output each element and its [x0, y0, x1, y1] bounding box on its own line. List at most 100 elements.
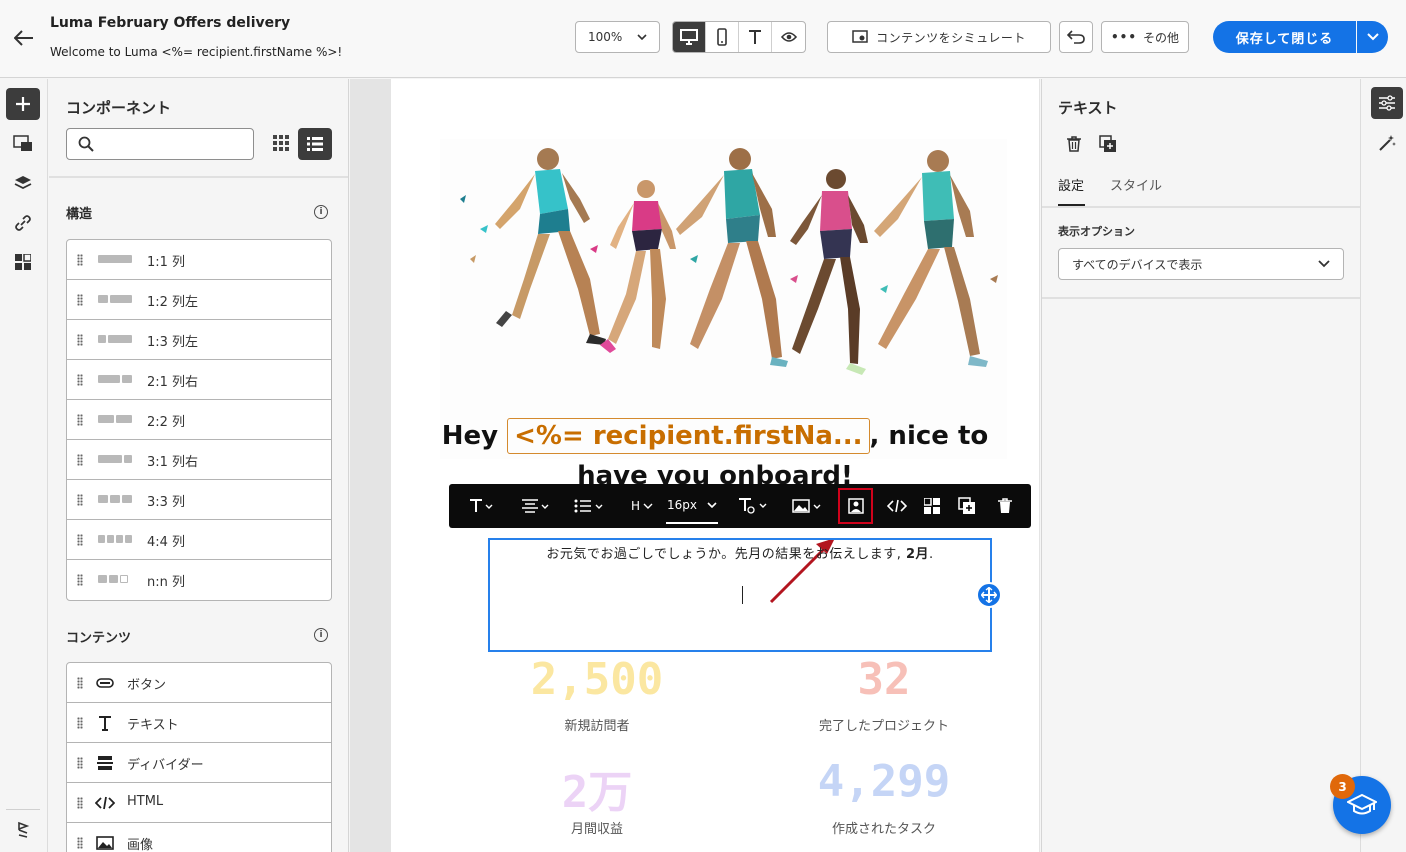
- structure-item[interactable]: 3:3 列: [67, 480, 331, 520]
- drag-handle-icon[interactable]: [77, 837, 83, 849]
- duplicate-component-button[interactable]: [1098, 134, 1118, 154]
- body-text-bold: 2月: [905, 547, 930, 562]
- structure-label: 1:2 列左: [147, 295, 199, 310]
- back-arrow-icon[interactable]: [12, 26, 36, 50]
- drag-handle-icon[interactable]: [77, 534, 83, 546]
- undo-button[interactable]: [1059, 21, 1093, 53]
- text-cursor: [742, 586, 743, 604]
- heading-dropdown[interactable]: H: [627, 484, 657, 528]
- structure-item[interactable]: 1:3 列左: [67, 320, 331, 360]
- drag-handle-icon[interactable]: [77, 254, 83, 266]
- simulate-content-button[interactable]: コンテンツをシミュレート: [827, 21, 1051, 53]
- more-button[interactable]: ••• その他: [1101, 21, 1189, 53]
- drag-handle-icon[interactable]: [77, 797, 83, 809]
- personalization-button[interactable]: [838, 488, 873, 524]
- drag-handle-icon[interactable]: [77, 574, 83, 586]
- structure-item[interactable]: 1:2 列左: [67, 280, 331, 320]
- image-dropdown[interactable]: [789, 484, 825, 528]
- content-item-html[interactable]: HTML: [67, 783, 331, 823]
- simulate-content-label: コンテンツをシミュレート: [876, 30, 1026, 45]
- font-size-dropdown[interactable]: 16px: [666, 488, 718, 524]
- delete-component-button[interactable]: [1064, 134, 1084, 154]
- personalization-token[interactable]: <%= recipient.firstNa...: [507, 418, 870, 454]
- drag-handle-icon[interactable]: [77, 414, 83, 426]
- rail-divider: [6, 809, 40, 810]
- drag-handle-icon[interactable]: [77, 454, 83, 466]
- drag-handle-icon[interactable]: [77, 374, 83, 386]
- desktop-view-button[interactable]: [673, 22, 706, 52]
- stat-value: 4,299: [817, 756, 951, 807]
- structure-item[interactable]: 3:1 列右: [67, 440, 331, 480]
- ai-assistant-button[interactable]: [1371, 127, 1403, 159]
- structure-item[interactable]: 2:1 列右: [67, 360, 331, 400]
- html-source-button[interactable]: [881, 484, 913, 528]
- text-view-button[interactable]: [739, 22, 772, 52]
- layers-button[interactable]: [6, 167, 40, 199]
- grid-view-button[interactable]: [267, 128, 295, 158]
- delete-button[interactable]: [989, 484, 1021, 528]
- zoom-select[interactable]: 100%: [575, 21, 660, 53]
- save-options-button[interactable]: [1357, 21, 1388, 53]
- structure-label: 1:3 列左: [147, 335, 199, 350]
- zoom-value: 100%: [588, 30, 623, 44]
- drag-handle-icon[interactable]: [77, 494, 83, 506]
- stat-label: 完了したプロジェクト: [818, 719, 949, 734]
- selected-text-block[interactable]: お元気でお過ごしでしょうか。先月の結果をお伝えします, 2月.: [488, 538, 992, 652]
- drag-handle-icon[interactable]: [77, 757, 83, 769]
- add-components-button[interactable]: [6, 88, 40, 120]
- select-parent-button[interactable]: [916, 484, 948, 528]
- structure-item[interactable]: 1:1 列: [67, 240, 331, 280]
- text-icon: [95, 714, 115, 732]
- move-icon: [981, 587, 997, 603]
- structure-item[interactable]: n:n 列: [67, 560, 331, 600]
- chevron-down-icon: [1366, 33, 1379, 41]
- alignment-dropdown[interactable]: [517, 484, 553, 528]
- drag-handle-icon[interactable]: [77, 677, 83, 689]
- components-panel: コンポーネント 構造 i 1:1 列 1:2 列左 1:3 列左 2:1 列右 …: [49, 79, 349, 852]
- body-paragraph[interactable]: お元気でお過ごしでしょうか。先月の結果をお伝えします, 2月.: [490, 543, 990, 562]
- fragments-button[interactable]: [6, 127, 40, 159]
- headline-greeting: Hey: [441, 421, 508, 451]
- drag-handle-icon[interactable]: [77, 294, 83, 306]
- email-canvas: Hey <%= recipient.firstNa..., nice to ha…: [350, 79, 1040, 852]
- structure-item[interactable]: 2:2 列: [67, 400, 331, 440]
- column-2-1-icon: [98, 375, 132, 383]
- info-icon[interactable]: i: [314, 628, 328, 642]
- list-view-button[interactable]: [298, 128, 332, 160]
- save-and-close-button[interactable]: 保存して閉じる: [1213, 21, 1356, 53]
- text-color-dropdown[interactable]: [735, 484, 771, 528]
- structure-item[interactable]: 4:4 列: [67, 520, 331, 560]
- properties-button[interactable]: [1371, 87, 1403, 119]
- content-heading: コンテンツ: [66, 631, 132, 646]
- layer-settings-button[interactable]: [6, 814, 40, 846]
- structure-label: 1:1 列: [147, 255, 186, 270]
- add-block-button[interactable]: [976, 582, 1002, 608]
- drag-handle-icon[interactable]: [77, 717, 83, 729]
- content-item-image[interactable]: 画像: [67, 823, 331, 852]
- tab-settings[interactable]: 設定: [1058, 175, 1084, 194]
- display-option-select[interactable]: すべてのデバイスで表示: [1058, 248, 1344, 280]
- assets-button[interactable]: [6, 246, 40, 278]
- stat-label: 新規訪問者: [564, 719, 630, 734]
- more-dots-icon: •••: [1110, 30, 1137, 44]
- column-1-3-icon: [98, 335, 132, 343]
- column-3-1-icon: [98, 455, 132, 463]
- content-item-button[interactable]: ボタン: [67, 663, 331, 703]
- properties-panel: テキスト 設定 スタイル 表示オプション すべてのデバイスで表示: [1041, 79, 1360, 852]
- content-item-text[interactable]: テキスト: [67, 703, 331, 743]
- runners-hero-image[interactable]: [440, 139, 1007, 459]
- duplicate-button[interactable]: [951, 484, 983, 528]
- component-search-input[interactable]: [66, 128, 254, 160]
- grid-icon: [15, 254, 31, 270]
- content-item-divider[interactable]: ディバイダー: [67, 743, 331, 783]
- info-icon[interactable]: i: [314, 205, 328, 219]
- structure-label: 2:2 列: [147, 415, 186, 430]
- mobile-view-button[interactable]: [706, 22, 739, 52]
- preview-button[interactable]: [772, 22, 805, 52]
- text-style-dropdown[interactable]: [463, 484, 499, 528]
- links-button[interactable]: [6, 207, 40, 239]
- stat-label: 月間収益: [570, 822, 623, 837]
- drag-handle-icon[interactable]: [77, 334, 83, 346]
- tab-style[interactable]: スタイル: [1110, 175, 1162, 194]
- list-dropdown[interactable]: [571, 484, 607, 528]
